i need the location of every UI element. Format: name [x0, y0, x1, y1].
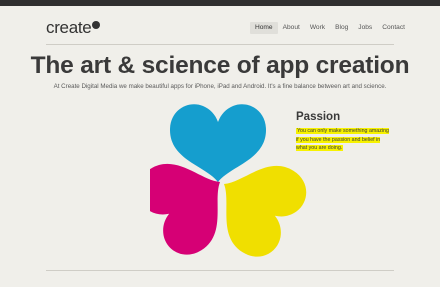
logo-text: create: [46, 18, 92, 37]
logo-dot-icon: [92, 21, 101, 29]
feature-text-highlight: You can only make something amazing if y…: [296, 128, 389, 152]
page-subheadline: At Create Digital Media we make beautifu…: [53, 83, 387, 90]
nav-item-home[interactable]: Home: [250, 22, 278, 34]
nav-item-blog[interactable]: Blog: [330, 22, 353, 34]
nav-item-about[interactable]: About: [278, 22, 305, 34]
nav-item-work[interactable]: Work: [305, 22, 330, 34]
nav-item-jobs[interactable]: Jobs: [353, 22, 377, 34]
nav-item-contact[interactable]: Contact: [377, 22, 410, 34]
heart-venn-illustration: [150, 104, 310, 261]
page-headline: The art & science of app creation: [30, 52, 410, 79]
feature-text: You can only make something amazing if y…: [296, 127, 392, 153]
logo[interactable]: create: [46, 18, 101, 38]
header-divider: [46, 44, 394, 45]
footer-divider: [46, 270, 394, 271]
browser-top-bar: [0, 0, 440, 6]
main-nav: Home About Work Blog Jobs Contact: [250, 22, 410, 34]
feature-title: Passion: [296, 111, 341, 123]
